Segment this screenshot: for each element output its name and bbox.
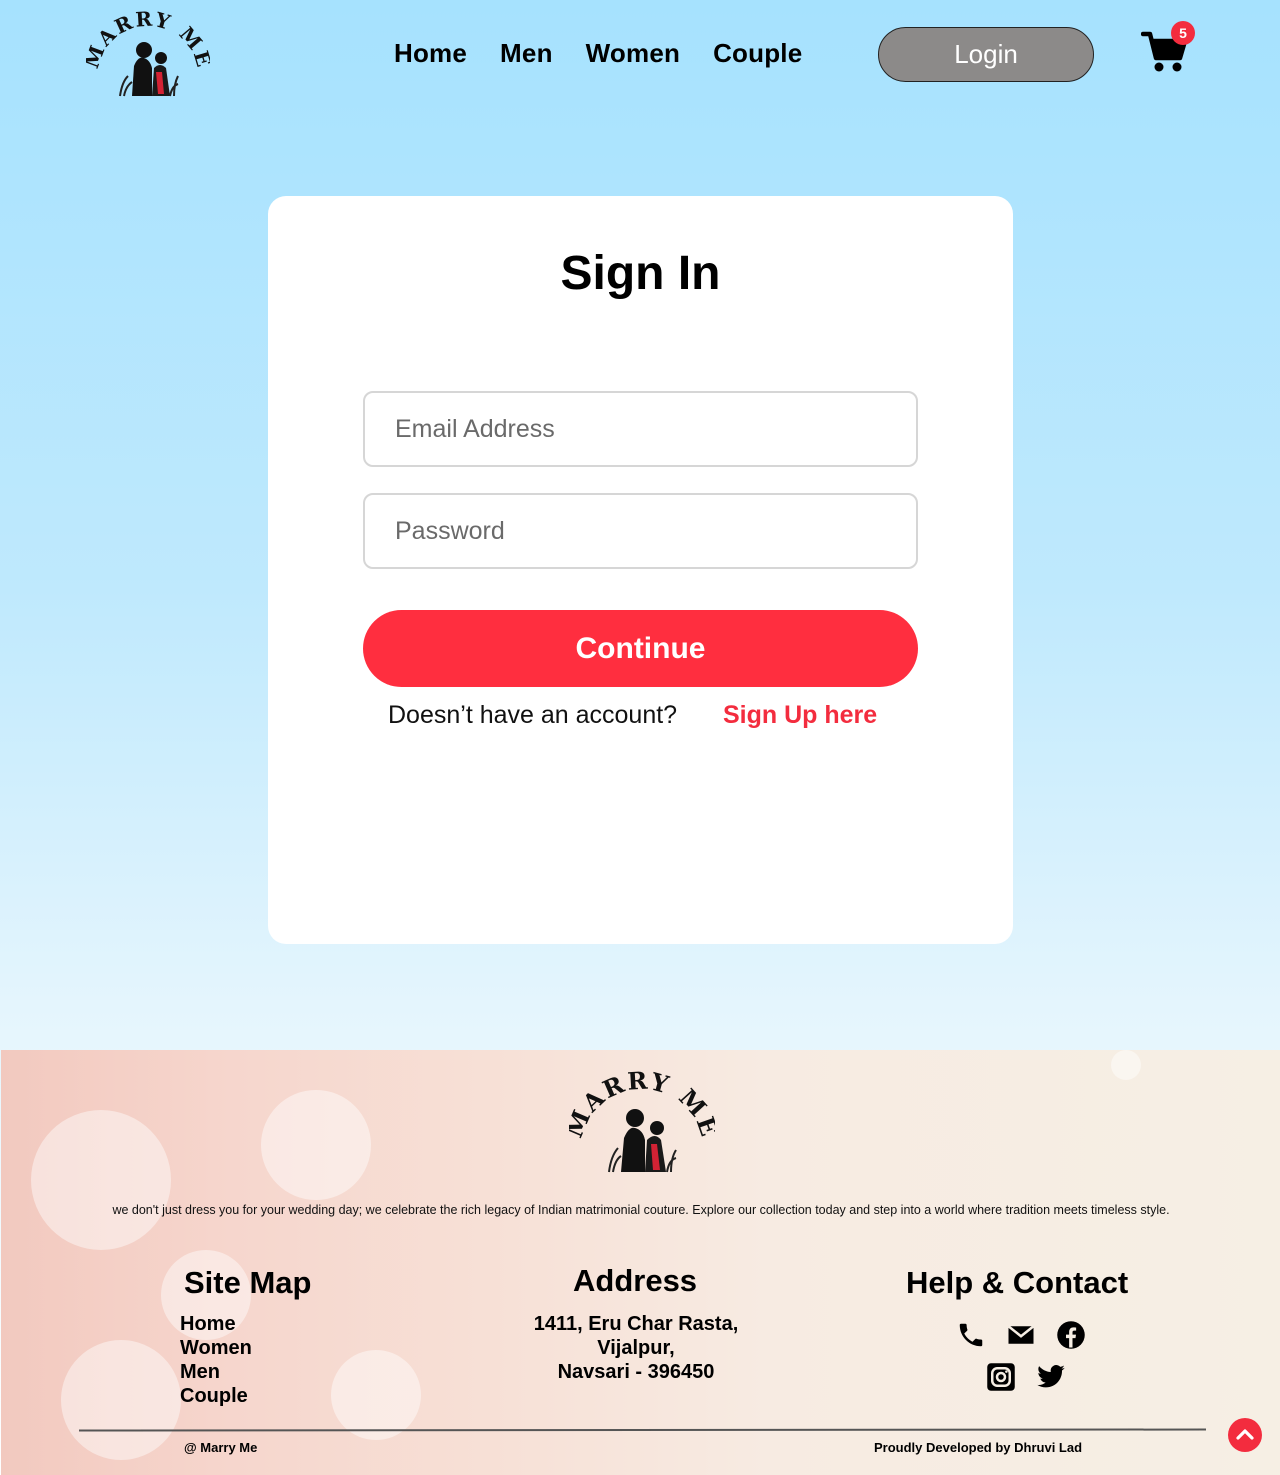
no-account-text: Doesn’t have an account? xyxy=(388,701,678,729)
nav-women[interactable]: Women xyxy=(586,38,680,69)
footer-link-home[interactable]: Home xyxy=(180,1312,252,1336)
instagram-icon[interactable] xyxy=(986,1362,1016,1392)
copyright-text: @ Marry Me xyxy=(184,1440,258,1455)
scroll-to-top-button[interactable] xyxy=(1228,1418,1262,1452)
password-field[interactable] xyxy=(363,493,918,569)
footer-link-couple[interactable]: Couple xyxy=(180,1384,252,1408)
continue-button[interactable]: Continue xyxy=(363,610,918,687)
svg-text:MARRY ME: MARRY ME xyxy=(569,1068,715,1142)
footer-link-men[interactable]: Men xyxy=(180,1360,252,1384)
nav-couple[interactable]: Couple xyxy=(713,38,802,69)
nav-home[interactable]: Home xyxy=(394,38,467,69)
signup-link[interactable]: Sign Up here xyxy=(723,701,877,730)
sitemap-links: Home Women Men Couple xyxy=(180,1312,252,1408)
marry-me-logo[interactable]: MARRY ME xyxy=(86,6,210,100)
site-header: MARRY ME Home Men Women Couple Login 5 xyxy=(0,0,1280,110)
footer-divider xyxy=(78,1428,1207,1432)
sitemap-title: Site Map xyxy=(184,1265,312,1300)
phone-icon[interactable] xyxy=(956,1320,986,1350)
cart-count-badge: 5 xyxy=(1171,21,1195,45)
twitter-icon[interactable] xyxy=(1036,1362,1066,1392)
facebook-icon[interactable] xyxy=(1056,1320,1086,1350)
address-text: 1411, Eru Char Rasta, Vijalpur, Navsari … xyxy=(506,1312,766,1384)
developer-credit: Proudly Developed by Dhruvi Lad xyxy=(874,1440,1083,1455)
footer-link-women[interactable]: Women xyxy=(180,1336,252,1360)
signin-title: Sign In xyxy=(560,247,721,300)
nav-men[interactable]: Men xyxy=(500,38,553,69)
main-nav: Home Men Women Couple xyxy=(394,38,835,69)
email-field[interactable] xyxy=(363,391,918,467)
footer-logo: MARRY ME xyxy=(569,1068,715,1173)
login-button[interactable]: Login xyxy=(878,27,1094,82)
help-contact-title: Help & Contact xyxy=(906,1265,1129,1300)
chevron-up-icon xyxy=(1236,1429,1254,1440)
footer-tagline: we don't just dress you for your wedding… xyxy=(112,1203,1170,1217)
address-title: Address xyxy=(573,1263,698,1298)
site-footer: MARRY ME we don't just dress you for you… xyxy=(1,1050,1280,1475)
signin-card: Sign In Continue Doesn’t have an account… xyxy=(268,196,1013,944)
address-line-1: 1411, Eru Char Rasta, xyxy=(533,1313,739,1335)
mail-icon[interactable] xyxy=(1006,1320,1036,1350)
address-line-2: Vijalpur, xyxy=(597,1337,675,1359)
address-line-3: Navsari - 396450 xyxy=(557,1361,715,1383)
